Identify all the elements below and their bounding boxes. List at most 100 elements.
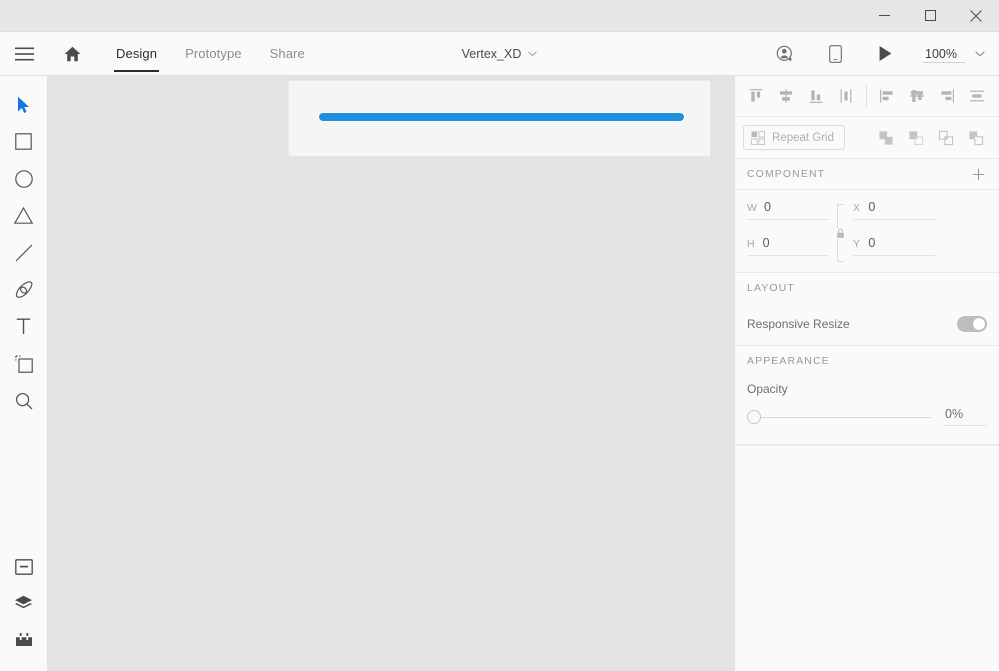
- align-left-icon: [880, 89, 893, 103]
- opacity-row: 0%: [747, 407, 987, 426]
- align-right-button[interactable]: [932, 81, 962, 111]
- blue-bar-shape[interactable]: [319, 113, 684, 121]
- boolean-intersect-button[interactable]: [931, 123, 961, 153]
- x-value[interactable]: 0: [868, 200, 935, 214]
- line-icon: [15, 244, 32, 261]
- polygon-tool[interactable]: [0, 197, 48, 234]
- width-label: W: [747, 202, 757, 214]
- responsive-resize-label: Responsive Resize: [747, 317, 850, 331]
- select-tool[interactable]: [0, 86, 48, 123]
- vertical-align-group: [741, 81, 861, 111]
- ellipse-tool[interactable]: [0, 160, 48, 197]
- boolean-subtract-icon: [909, 130, 924, 145]
- horizontal-align-group: [872, 81, 992, 111]
- align-horizontal-center-button[interactable]: [902, 81, 932, 111]
- opacity-value[interactable]: 0%: [943, 407, 987, 426]
- pen-tool[interactable]: [0, 271, 48, 308]
- window-minimize-button[interactable]: [861, 0, 907, 31]
- assets-panel-toggle[interactable]: [0, 549, 48, 585]
- layout-section-header: LAYOUT: [735, 273, 999, 303]
- lock-aspect-ratio-button[interactable]: [831, 204, 849, 262]
- appearance-section-header: APPEARANCE: [735, 346, 999, 376]
- hamburger-menu-button[interactable]: [0, 32, 48, 76]
- opacity-slider[interactable]: [747, 409, 931, 424]
- boolean-add-button[interactable]: [871, 123, 901, 153]
- device-preview-button[interactable]: [811, 32, 859, 76]
- dimension-col-position: X 0 Y 0: [853, 200, 935, 256]
- tool-rail: [0, 76, 48, 671]
- height-value[interactable]: 0: [763, 236, 829, 250]
- text-tool[interactable]: [0, 308, 48, 345]
- y-field[interactable]: Y 0: [853, 236, 935, 256]
- boolean-subtract-button[interactable]: [901, 123, 931, 153]
- add-component-button[interactable]: [969, 165, 987, 183]
- invite-to-edit-button[interactable]: [761, 32, 809, 76]
- window-maximize-button[interactable]: [907, 0, 953, 31]
- rectangle-icon: [15, 133, 32, 150]
- opacity-slider-knob[interactable]: [747, 409, 761, 424]
- line-tool[interactable]: [0, 234, 48, 271]
- home-button[interactable]: [48, 32, 96, 76]
- artboard-icon: [14, 354, 33, 373]
- opacity-slider-track: [754, 416, 931, 418]
- design-canvas[interactable]: [48, 76, 734, 671]
- rail-bottom-group: [0, 549, 48, 671]
- tab-prototype[interactable]: Prototype: [171, 32, 256, 76]
- x-label: X: [853, 202, 861, 214]
- align-bottom-icon: [809, 90, 823, 103]
- plugins-panel-toggle[interactable]: [0, 621, 48, 657]
- align-bottom-button[interactable]: [801, 81, 831, 111]
- mode-tabs: Design Prototype Share: [102, 32, 319, 76]
- boolean-exclude-button[interactable]: [961, 123, 991, 153]
- minimize-icon: [878, 15, 890, 16]
- artboard-tool[interactable]: [0, 345, 48, 382]
- align-left-button[interactable]: [872, 81, 902, 111]
- boolean-intersect-icon: [938, 130, 954, 145]
- layout-section: LAYOUT Responsive Resize: [735, 273, 999, 346]
- rectangle-tool[interactable]: [0, 123, 48, 160]
- x-field[interactable]: X 0: [853, 200, 935, 220]
- responsive-resize-row: Responsive Resize: [735, 303, 999, 345]
- plus-icon: [972, 168, 984, 180]
- zoom-tool[interactable]: [0, 382, 48, 419]
- boolean-exclude-icon: [969, 130, 984, 145]
- window-close-button[interactable]: [953, 0, 999, 31]
- toolbar-right-group: 100%: [761, 32, 999, 76]
- align-horizontal-center-icon: [910, 90, 924, 102]
- repeat-grid-label: Repeat Grid: [772, 131, 835, 144]
- document-title-menu[interactable]: Vertex_XD: [456, 43, 544, 65]
- align-row: [735, 76, 999, 116]
- artboard[interactable]: [288, 80, 711, 157]
- layers-panel-toggle[interactable]: [0, 585, 48, 621]
- lock-icon: [835, 227, 845, 239]
- y-value[interactable]: 0: [868, 236, 935, 250]
- ellipse-icon: [14, 169, 33, 188]
- tab-share[interactable]: Share: [256, 32, 319, 76]
- opacity-control: Opacity 0%: [735, 376, 999, 444]
- align-vertical-center-icon: [780, 89, 792, 103]
- repeat-grid-button[interactable]: Repeat Grid: [743, 125, 846, 150]
- distribute-vertical-button[interactable]: [831, 81, 861, 111]
- cursor-arrow-icon: [17, 96, 29, 113]
- responsive-resize-toggle[interactable]: [957, 316, 987, 332]
- height-field[interactable]: H 0: [747, 236, 829, 256]
- desktop-preview-button[interactable]: [861, 32, 909, 76]
- layers-icon: [15, 595, 32, 608]
- opacity-label: Opacity: [747, 382, 788, 396]
- close-icon: [970, 9, 982, 22]
- width-field[interactable]: W 0: [747, 200, 829, 220]
- align-top-button[interactable]: [741, 81, 771, 111]
- distribute-vertical-icon: [840, 89, 852, 103]
- distribute-horizontal-button[interactable]: [962, 81, 992, 111]
- align-section: [735, 76, 999, 117]
- plugins-icon: [15, 632, 32, 646]
- align-vertical-center-button[interactable]: [771, 81, 801, 111]
- hamburger-icon: [14, 47, 34, 60]
- width-value[interactable]: 0: [764, 200, 829, 214]
- zoom-level-value: 100%: [925, 46, 957, 61]
- add-collaborator-icon: [776, 45, 792, 62]
- layout-header-label: LAYOUT: [747, 282, 795, 294]
- zoom-level-select[interactable]: 100%: [917, 44, 991, 64]
- tab-design[interactable]: Design: [102, 32, 171, 76]
- component-section: COMPONENT: [735, 159, 999, 190]
